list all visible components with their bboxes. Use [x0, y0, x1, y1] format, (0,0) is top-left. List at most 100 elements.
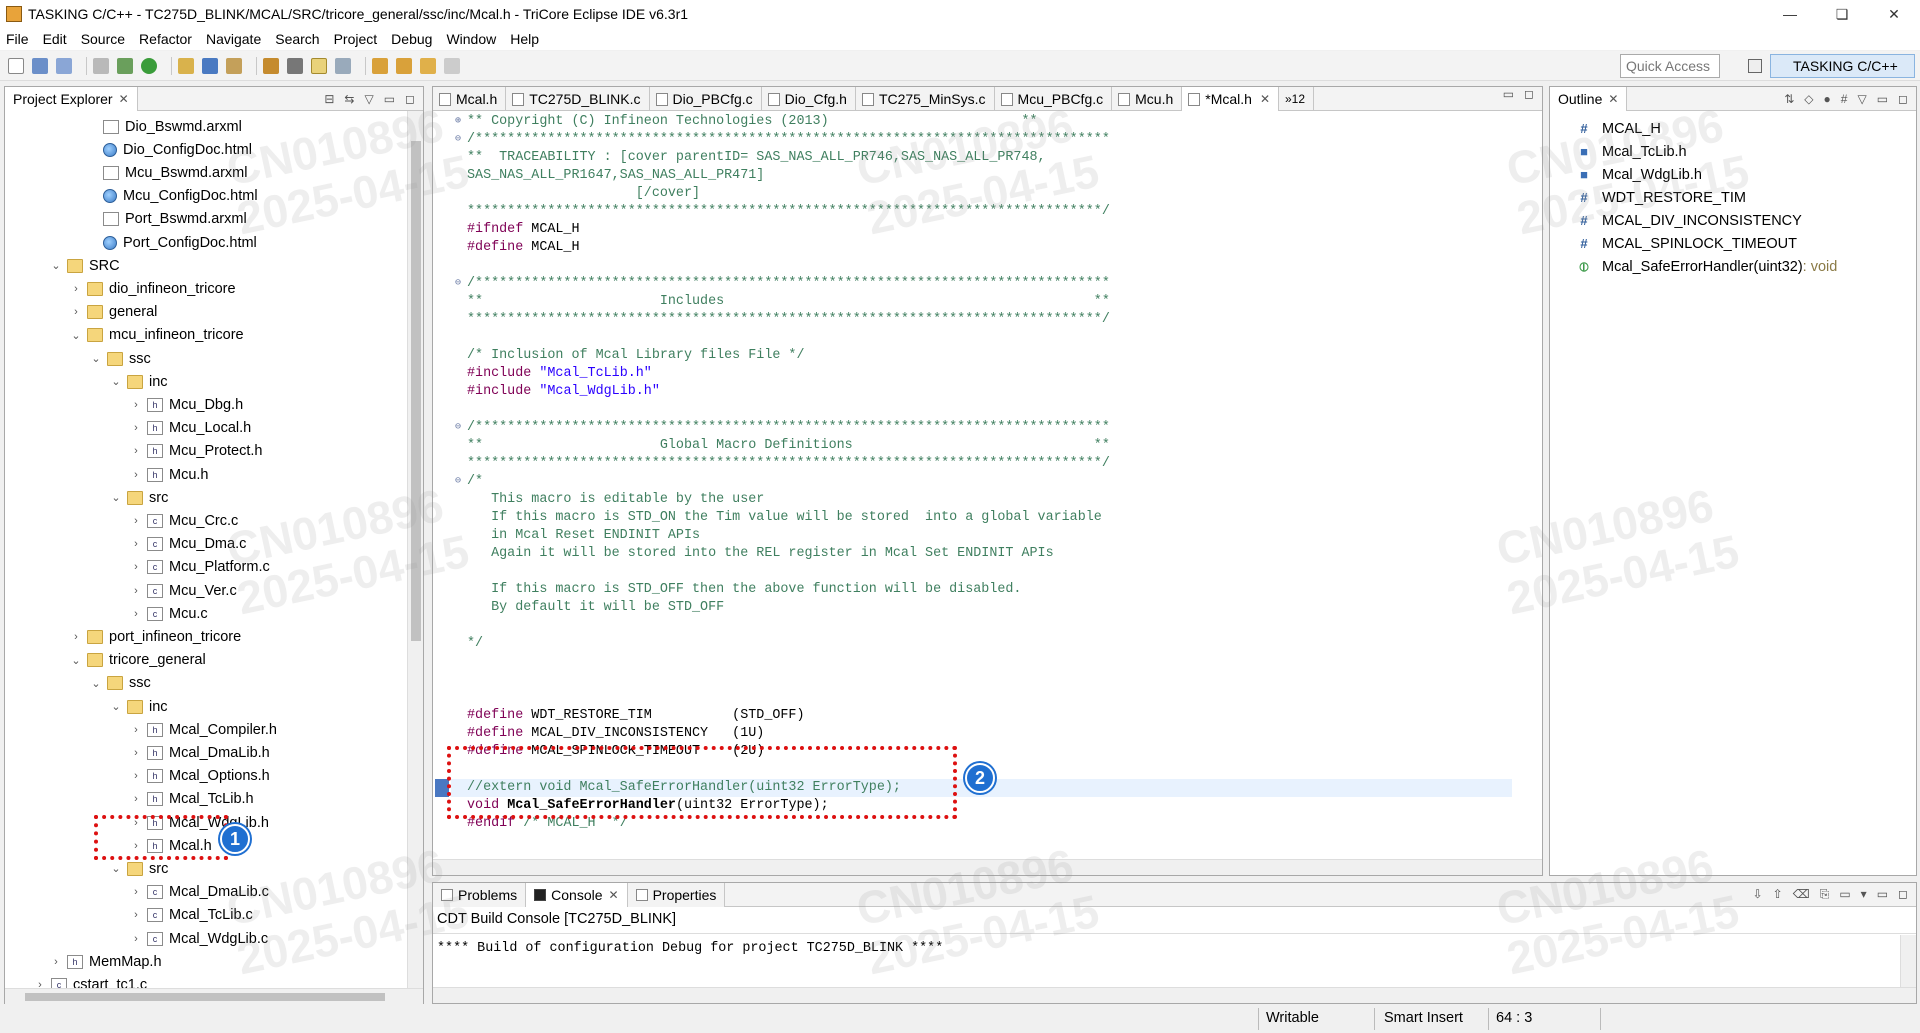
- tab-project-explorer[interactable]: Project Explorer ✕: [5, 87, 138, 111]
- tree-item[interactable]: › h Mcu_Local.h: [129, 417, 251, 440]
- group-includes-icon[interactable]: #: [1841, 92, 1848, 106]
- tree-item[interactable]: ⌄ src: [109, 486, 168, 509]
- chevron-right-icon[interactable]: ›: [49, 956, 63, 968]
- tree-item[interactable]: Mcu_Bswmd.arxml: [85, 161, 247, 184]
- chevron-down-icon[interactable]: ⌄: [109, 862, 123, 875]
- search-icon[interactable]: [226, 57, 242, 74]
- open-element-icon[interactable]: [287, 57, 303, 74]
- tree-item[interactable]: › c Mcal_WdgLib.c: [129, 927, 268, 950]
- chevron-right-icon[interactable]: ›: [129, 422, 143, 434]
- editor-tab[interactable]: TC275D_BLINK.c: [506, 87, 650, 111]
- chevron-right-icon[interactable]: ›: [129, 561, 143, 573]
- minimize-view-icon[interactable]: ▭: [1877, 92, 1888, 106]
- editor-tab[interactable]: Mcal.h: [433, 87, 507, 111]
- collapse-fold-icon[interactable]: ⊖: [453, 135, 463, 145]
- tree-item[interactable]: ⌄ ssc: [89, 672, 150, 695]
- chevron-right-icon[interactable]: ›: [129, 770, 143, 782]
- outline-item[interactable]: # MCAL_SPINLOCK_TIMEOUT: [1576, 232, 1797, 255]
- new-class-icon[interactable]: [202, 57, 218, 74]
- tree-item[interactable]: › c Mcu_Dma.c: [129, 533, 246, 556]
- tree-item[interactable]: ⌄ src: [109, 857, 168, 880]
- close-icon[interactable]: ✕: [609, 888, 619, 902]
- tree-item[interactable]: Port_Bswmd.arxml: [85, 208, 247, 231]
- chevron-down-icon[interactable]: ⌄: [109, 700, 123, 713]
- minimize-view-icon[interactable]: ▭: [1503, 87, 1514, 110]
- tab-properties[interactable]: Properties: [627, 883, 726, 907]
- pin-console-icon[interactable]: ⇧: [1773, 887, 1783, 902]
- build-icon[interactable]: [93, 57, 109, 74]
- tree-item[interactable]: › h MemMap.h: [49, 950, 161, 973]
- chevron-right-icon[interactable]: ›: [69, 631, 83, 643]
- menu-help[interactable]: Help: [510, 31, 539, 47]
- outline-item[interactable]: ■ Mcal_TcLib.h: [1576, 140, 1687, 163]
- show-whitespace-icon[interactable]: [335, 57, 351, 74]
- menu-search[interactable]: Search: [275, 31, 319, 47]
- editor-tab[interactable]: TC275_MinSys.c: [856, 87, 995, 111]
- open-perspective-icon[interactable]: [1748, 59, 1762, 73]
- chevron-down-icon[interactable]: ⌄: [109, 491, 123, 504]
- tree-item[interactable]: Dio_ConfigDoc.html: [85, 138, 252, 161]
- sort-icon[interactable]: ⇅: [1784, 92, 1794, 106]
- chevron-right-icon[interactable]: ›: [129, 724, 143, 736]
- chevron-right-icon[interactable]: ›: [129, 933, 143, 945]
- tree-item[interactable]: › dio_infineon_tricore: [69, 277, 235, 300]
- tree-item[interactable]: Dio_Bswmd.arxml: [85, 115, 242, 138]
- hide-fields-icon[interactable]: ◇: [1804, 92, 1813, 106]
- prev-annotation-icon[interactable]: [396, 57, 412, 74]
- menu-debug[interactable]: Debug: [391, 31, 432, 47]
- chevron-right-icon[interactable]: ›: [129, 538, 143, 550]
- tree-item[interactable]: Port_ConfigDoc.html: [85, 231, 257, 254]
- hide-static-icon[interactable]: ●: [1824, 92, 1831, 106]
- tree-item[interactable]: › h Mcu_Protect.h: [129, 440, 262, 463]
- editor-vertical-scrollbar[interactable]: [1518, 111, 1542, 859]
- tree-item[interactable]: ⌄ mcu_infineon_tricore: [69, 324, 243, 347]
- editor-horizontal-scrollbar[interactable]: [433, 859, 1542, 875]
- chevron-right-icon[interactable]: ›: [69, 306, 83, 318]
- mark-occurrences-icon[interactable]: [311, 57, 327, 74]
- collapse-fold-icon[interactable]: ⊖: [453, 279, 463, 289]
- editor-tab[interactable]: Mcu_PBCfg.c: [995, 87, 1113, 111]
- perspective-tasking-button[interactable]: TASKING C/C++: [1770, 54, 1915, 78]
- outline-item[interactable]: ⦶ Mcal_SafeErrorHandler(uint32) : void: [1576, 255, 1837, 278]
- tree-item[interactable]: Mcu_ConfigDoc.html: [85, 185, 258, 208]
- tree-item[interactable]: › h Mcal_Options.h: [129, 765, 270, 788]
- scroll-lock-icon[interactable]: ⇩: [1753, 887, 1763, 902]
- tree-item[interactable]: › c Mcal_DmaLib.c: [129, 881, 269, 904]
- tree-item[interactable]: › c Mcu_Crc.c: [129, 509, 238, 532]
- console-horizontal-scrollbar[interactable]: [433, 987, 1916, 1003]
- tree-item[interactable]: › h Mcal_Compiler.h: [129, 718, 277, 741]
- debug-icon[interactable]: [117, 57, 133, 74]
- save-icon[interactable]: [32, 57, 48, 74]
- open-type-icon[interactable]: [263, 57, 279, 74]
- menu-window[interactable]: Window: [446, 31, 496, 47]
- tab-overflow-button[interactable]: »12: [1279, 87, 1315, 111]
- chevron-right-icon[interactable]: ›: [33, 979, 47, 988]
- tree-item[interactable]: ⌄ ssc: [89, 347, 150, 370]
- menu-file[interactable]: File: [6, 31, 29, 47]
- quick-access-input[interactable]: Quick Access: [1620, 54, 1720, 78]
- close-icon[interactable]: ✕: [119, 92, 129, 106]
- chevron-right-icon[interactable]: ›: [129, 909, 143, 921]
- tab-problems[interactable]: Problems: [433, 883, 527, 907]
- tree-item[interactable]: ⌄ inc: [109, 695, 167, 718]
- tree-item[interactable]: › c Mcal_TcLib.c: [129, 904, 253, 927]
- new-icon[interactable]: [8, 57, 24, 74]
- editor-tab[interactable]: Dio_PBCfg.c: [650, 87, 762, 111]
- chevron-down-icon[interactable]: ⌄: [109, 375, 123, 388]
- maximize-view-icon[interactable]: ◻: [405, 92, 415, 106]
- tree-item[interactable]: › h Mcu.h: [129, 463, 208, 486]
- maximize-view-icon[interactable]: ◻: [1524, 87, 1534, 110]
- close-icon[interactable]: ✕: [1260, 92, 1270, 106]
- next-annotation-icon[interactable]: [372, 57, 388, 74]
- tree-item[interactable]: ⌄ SRC: [49, 254, 119, 277]
- chevron-down-icon[interactable]: ⌄: [49, 259, 63, 272]
- editor-tab[interactable]: Dio_Cfg.h: [762, 87, 856, 111]
- minimize-view-icon[interactable]: ▭: [384, 92, 395, 106]
- menu-refactor[interactable]: Refactor: [139, 31, 192, 47]
- chevron-right-icon[interactable]: ›: [69, 283, 83, 295]
- run-icon[interactable]: [141, 57, 157, 74]
- tree-item[interactable]: › c Mcu_Platform.c: [129, 556, 270, 579]
- console-vertical-scrollbar[interactable]: [1900, 935, 1916, 987]
- close-button[interactable]: ✕: [1868, 6, 1920, 23]
- outline-item[interactable]: # WDT_RESTORE_TIM: [1576, 186, 1746, 209]
